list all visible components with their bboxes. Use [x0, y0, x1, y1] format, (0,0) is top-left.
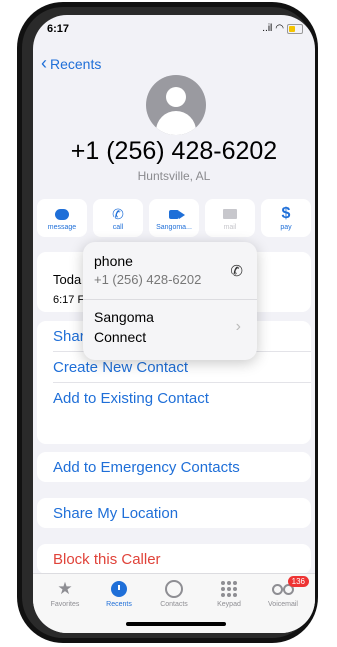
popup-phone-number: +1 (256) 428-6202: [94, 272, 202, 287]
action-buttons: message ✆ call Sangoma... mail $ pay: [37, 199, 311, 237]
phone-screen: 6:17 ..il ◠ ‹ Recents +1 (256) 428-6202 …: [33, 15, 315, 633]
status-icons: ..il ◠: [262, 23, 303, 34]
contact-location: Huntsville, AL: [137, 169, 211, 183]
add-emergency-row[interactable]: Add to Emergency Contacts: [53, 452, 311, 482]
wifi-icon: ◠: [275, 23, 284, 34]
tab-label: Keypad: [217, 601, 241, 608]
phone-icon: ✆: [112, 205, 124, 222]
block-caller-card: Block this Caller: [37, 544, 311, 574]
chevron-left-icon: ‹: [41, 53, 47, 73]
pay-button[interactable]: $ pay: [261, 199, 311, 237]
tab-contacts[interactable]: Contacts: [146, 580, 202, 608]
popup-sangoma-title-1: Sangoma: [94, 309, 154, 325]
mail-button[interactable]: mail: [205, 199, 255, 237]
popup-sangoma-option[interactable]: Sangoma Connect ›: [83, 300, 257, 360]
message-icon: [55, 208, 69, 220]
contact-number: +1 (256) 428-6202: [70, 137, 278, 165]
tab-label: Favorites: [50, 601, 80, 608]
share-location-card: Share My Location: [37, 498, 311, 528]
message-button[interactable]: message: [37, 199, 87, 237]
video-button[interactable]: Sangoma...: [149, 199, 199, 237]
clock-icon: [111, 581, 127, 597]
back-label: Recents: [50, 55, 102, 72]
video-icon: [169, 209, 185, 219]
share-location-row[interactable]: Share My Location: [53, 498, 311, 528]
battery-icon: [287, 23, 303, 34]
avatar-head: [166, 87, 186, 107]
tab-label: Contacts: [160, 601, 188, 608]
home-indicator[interactable]: [126, 622, 226, 626]
popup-phone-title: phone: [94, 253, 133, 269]
status-bar: 6:17 ..il ◠: [33, 15, 315, 43]
mail-icon: [223, 209, 237, 219]
add-existing-row[interactable]: Add to Existing Contact: [53, 383, 311, 413]
status-time: 6:17: [47, 23, 70, 35]
emergency-contact-card: Add to Emergency Contacts: [37, 452, 311, 482]
tab-recents[interactable]: Recents: [91, 580, 147, 608]
tab-favorites[interactable]: ★ Favorites: [37, 579, 93, 608]
signal-icon: ..il: [262, 23, 273, 34]
block-caller-row[interactable]: Block this Caller: [53, 544, 311, 574]
message-label: message: [47, 224, 77, 231]
star-icon: ★: [57, 579, 73, 598]
recent-day: Toda: [53, 272, 82, 287]
mail-label: mail: [223, 224, 237, 231]
tab-label: Voicemail: [268, 601, 298, 608]
tab-label: Recents: [106, 601, 132, 608]
video-label: Sangoma...: [156, 224, 192, 231]
person-icon: [165, 580, 183, 598]
dollar-icon: $: [281, 205, 291, 222]
call-label: call: [112, 224, 124, 231]
avatar: [146, 75, 206, 135]
tab-voicemail[interactable]: 136 Voicemail: [255, 576, 311, 608]
call-button[interactable]: ✆ call: [93, 199, 143, 237]
keypad-icon: [221, 581, 237, 597]
recent-time: 6:17 F: [53, 294, 85, 306]
popup-sangoma-title-2: Connect: [94, 329, 147, 345]
tab-keypad[interactable]: Keypad: [201, 580, 257, 608]
chevron-right-icon: ›: [235, 318, 241, 335]
popup-phone-option[interactable]: phone +1 (256) 428-6202 ✆: [83, 242, 257, 300]
call-options-popup: phone +1 (256) 428-6202 ✆ Sangoma Connec…: [83, 242, 257, 360]
phone-icon: ✆: [230, 263, 243, 280]
pay-label: pay: [280, 224, 292, 231]
avatar-body: [156, 111, 196, 135]
voicemail-badge: 136: [287, 576, 309, 587]
back-button[interactable]: ‹ Recents: [41, 53, 101, 74]
